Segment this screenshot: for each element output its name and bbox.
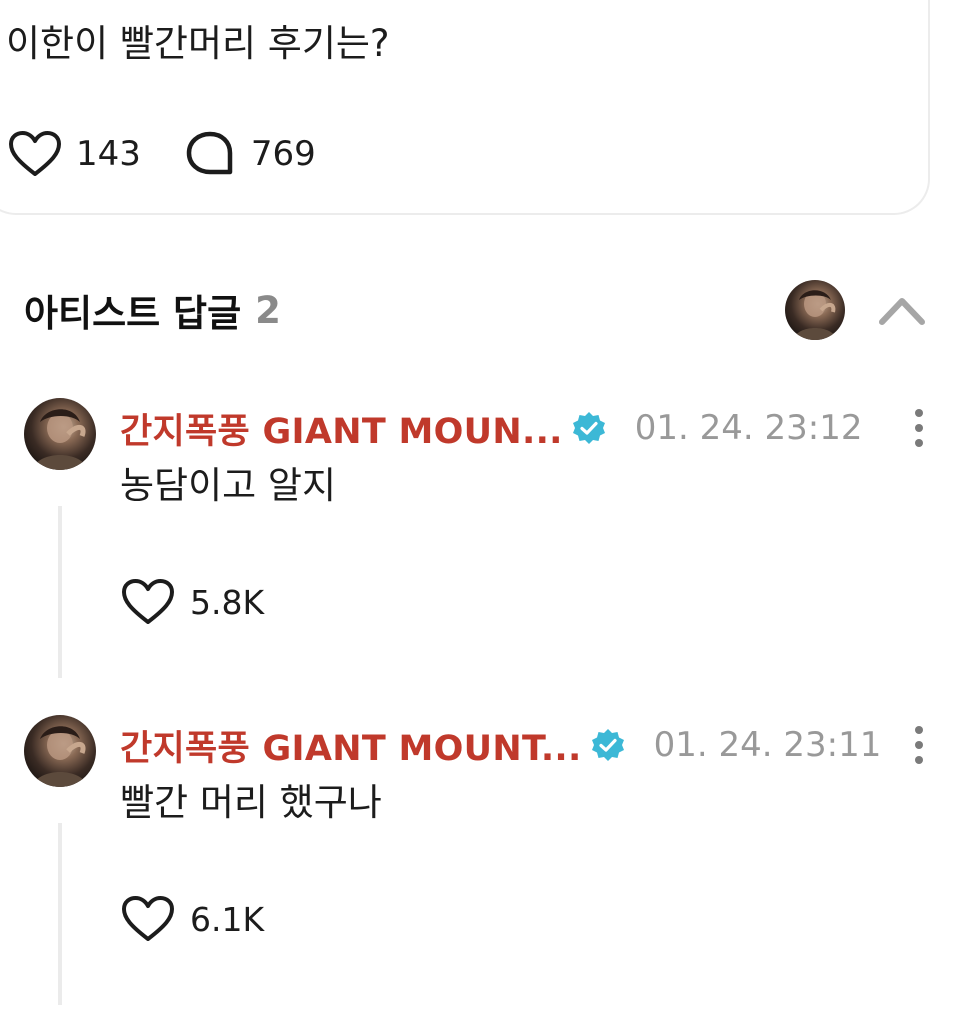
heart-icon [8, 130, 62, 178]
reply-header: 간지폭풍 GIANT MOUNT... 01. 24. 23:11 [120, 721, 881, 769]
artist-replies-header: 아티스트 답글 2 [24, 280, 929, 340]
post-comment-button[interactable]: 769 [183, 130, 316, 178]
section-count: 2 [255, 288, 281, 332]
reply-like-button[interactable]: 6.1K [120, 893, 264, 945]
chevron-up-icon [879, 298, 925, 325]
post-stats: 143 769 [8, 128, 316, 180]
heart-icon [120, 578, 176, 626]
reply-item: 간지폭풍 GIANT MOUNT... 01. 24. 23:11 빨간 머리 … [24, 715, 929, 1005]
reply-item: 간지폭풍 GIANT MOUN... 01. 24. 23:12 농담이고 알지… [24, 398, 929, 683]
verified-badge-icon [571, 410, 607, 446]
reply-like-count: 5.8K [190, 582, 265, 622]
reply-like-count: 6.1K [190, 899, 265, 939]
reply-time: 01. 24. 23:11 [653, 725, 882, 765]
section-title: 아티스트 답글 [24, 292, 242, 335]
thread-line [58, 823, 62, 1005]
avatar[interactable] [785, 280, 845, 340]
reply-text: 농담이고 알지 [120, 464, 337, 507]
verified-badge-icon [590, 727, 626, 763]
avatar[interactable] [24, 398, 96, 470]
collapse-button[interactable] [877, 286, 927, 334]
thread-line [58, 506, 62, 678]
post-like-count: 143 [76, 134, 141, 174]
more-vertical-icon[interactable] [909, 723, 929, 767]
reply-text: 빨간 머리 했구나 [120, 781, 382, 824]
more-vertical-icon[interactable] [909, 406, 929, 450]
post-like-button[interactable]: 143 [8, 130, 141, 178]
reply-like-button[interactable]: 5.8K [120, 576, 264, 628]
reply-author[interactable]: 간지폭풍 GIANT MOUNT... [120, 720, 582, 771]
avatar[interactable] [24, 715, 96, 787]
heart-icon [120, 895, 176, 943]
reply-author[interactable]: 간지폭풍 GIANT MOUN... [120, 403, 563, 454]
post-text: 이한이 빨간머리 후기는? [6, 22, 390, 65]
post-comment-count: 769 [250, 134, 316, 174]
speech-bubble-icon [183, 130, 237, 178]
post-card[interactable]: 이한이 빨간머리 후기는? 143 769 [0, 0, 930, 215]
reply-time: 01. 24. 23:12 [634, 408, 863, 448]
reply-header: 간지폭풍 GIANT MOUN... 01. 24. 23:12 [120, 404, 863, 452]
